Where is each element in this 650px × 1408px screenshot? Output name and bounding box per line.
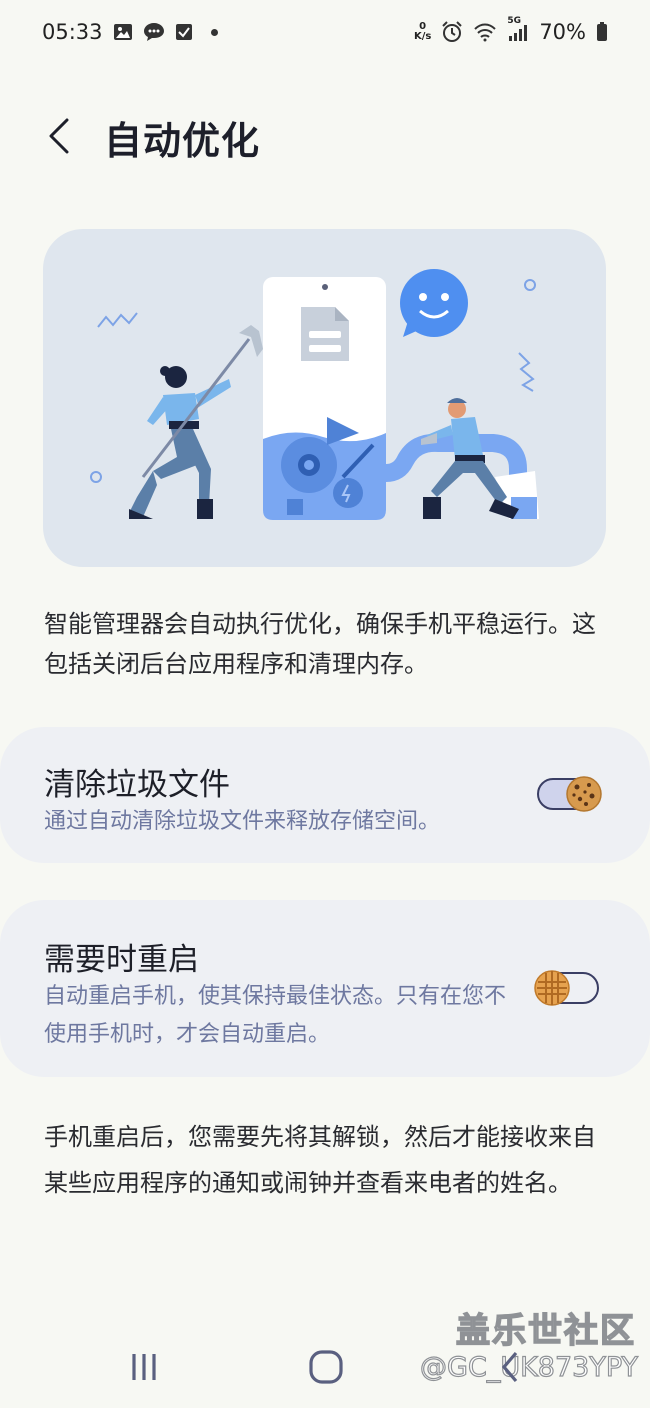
optimization-illustration — [90, 269, 539, 520]
waffle-knob-icon — [534, 970, 570, 1006]
notification-dot — [210, 28, 218, 36]
setting-subtitle: 通过自动清除垃圾文件来释放存储空间。 — [44, 809, 441, 834]
speed-unit: K/s — [413, 31, 432, 42]
check-icon — [175, 23, 193, 41]
network-speed: 0 K/s — [414, 22, 431, 42]
back-button[interactable] — [38, 112, 78, 160]
signal-icon: 5G — [507, 16, 529, 42]
restart-toggle[interactable] — [534, 970, 599, 1006]
home-icon — [309, 1350, 343, 1384]
home-button[interactable] — [296, 1345, 356, 1389]
battery-icon — [596, 22, 608, 42]
optimization-description: 智能管理器会自动执行优化，确保手机平稳运行。这包括关闭后台应用程序和清理内存。 — [44, 610, 596, 678]
status-bar: 05:33 0 K/s 5G 70% — [0, 0, 650, 64]
setting-title: 清除垃圾文件 — [44, 767, 230, 803]
cookie-knob-icon — [566, 776, 602, 812]
gallery-icon — [113, 23, 133, 41]
app-header: 自动优化 — [0, 98, 650, 178]
recent-apps-icon — [132, 1354, 156, 1380]
status-bar-right: 0 K/s 5G 70% — [414, 16, 608, 44]
navigation-bar — [0, 1325, 650, 1408]
chat-icon — [143, 22, 165, 42]
page-title: 自动优化 — [104, 119, 261, 163]
back-nav-icon — [501, 1351, 518, 1383]
battery-percent: 70% — [539, 20, 586, 44]
clear-junk-toggle[interactable] — [537, 776, 602, 812]
back-nav-button[interactable] — [480, 1345, 540, 1389]
wifi-icon — [473, 22, 497, 42]
back-arrow-icon — [49, 118, 69, 154]
setting-title: 需要时重启 — [44, 942, 199, 978]
setting-clear-junk-files[interactable]: 清除垃圾文件 通过自动清除垃圾文件来释放存储空间。 — [0, 727, 650, 863]
recent-apps-button[interactable] — [114, 1345, 174, 1389]
hero-illustration — [43, 229, 606, 567]
network-type: 5G — [507, 16, 521, 26]
setting-restart-when-needed[interactable]: 需要时重启 自动重启手机，使其保持最佳状态。只有在您不使用手机时，才会自动重启。 — [0, 900, 650, 1077]
alarm-icon — [441, 21, 463, 43]
restart-note: 手机重启后，您需要先将其解锁，然后才能接收来自某些应用程序的通知或闹钟并查看来电… — [44, 1123, 596, 1197]
status-time: 05:33 — [42, 20, 103, 44]
status-bar-left: 05:33 — [42, 20, 218, 44]
setting-subtitle: 自动重启手机，使其保持最佳状态。只有在您不使用手机时，才会自动重启。 — [44, 984, 507, 1047]
